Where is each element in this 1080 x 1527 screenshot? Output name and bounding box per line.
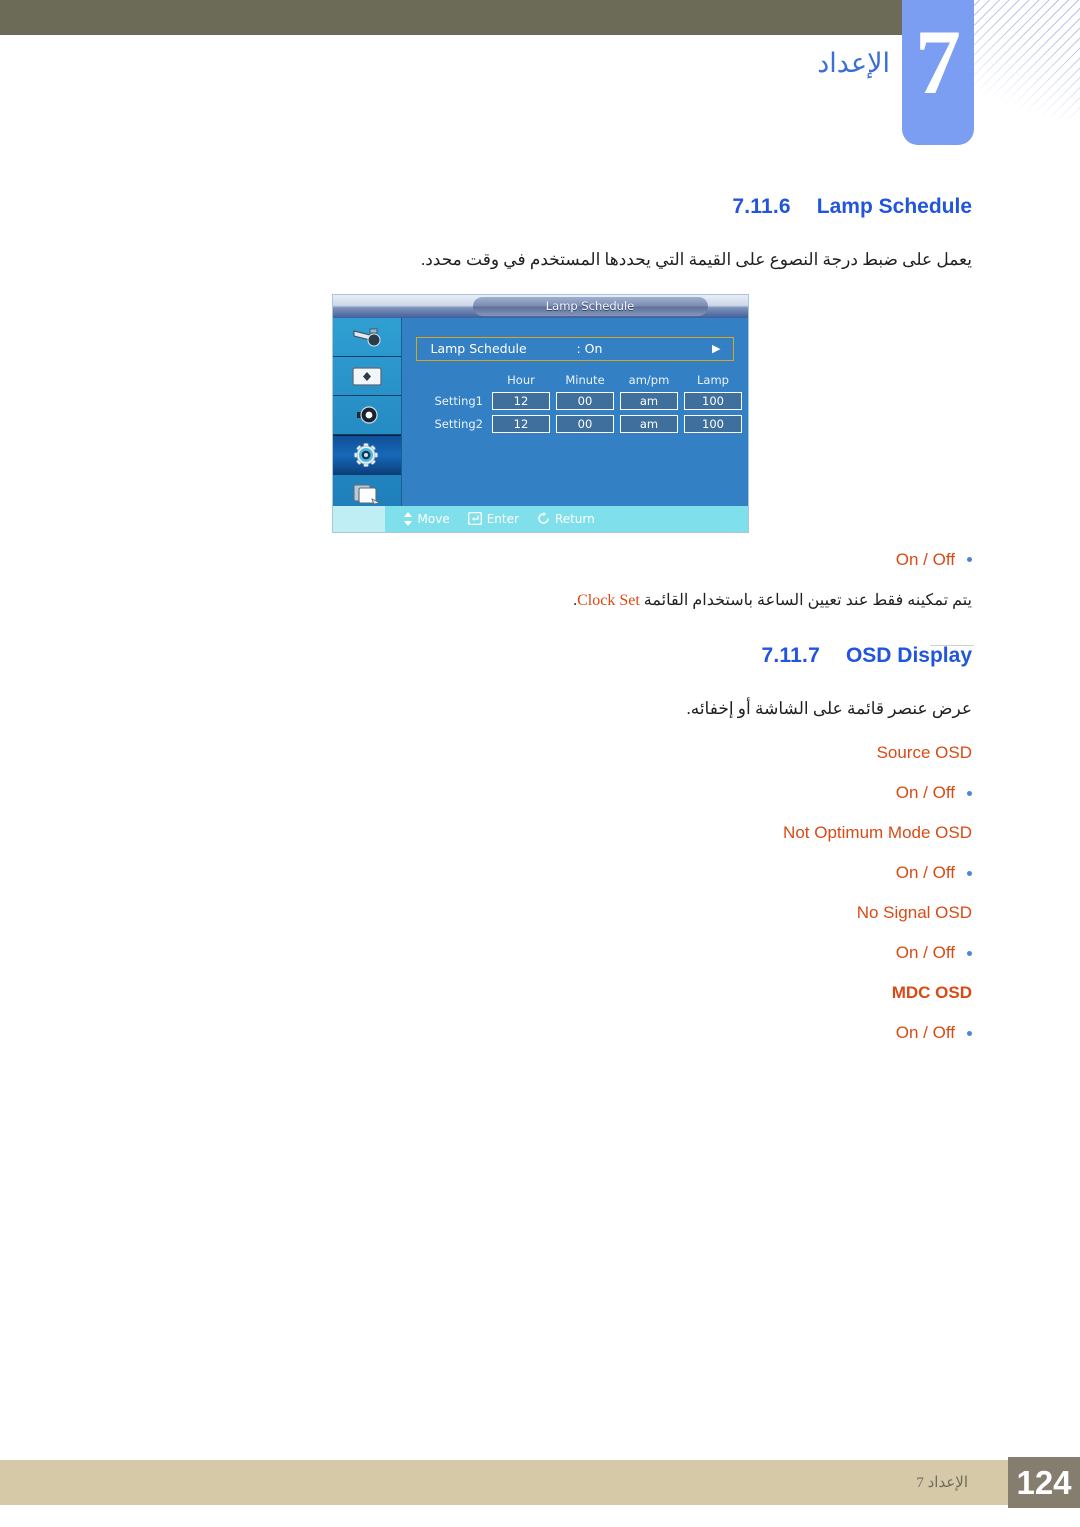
- cell-setting2-minute[interactable]: 00: [555, 414, 615, 434]
- table-header-lamp: Lamp: [697, 372, 729, 387]
- cell-setting2-lamp[interactable]: 100: [683, 414, 743, 434]
- osd-sidebar: [332, 317, 402, 514]
- sub-label-no-signal-osd: No Signal OSD: [856, 903, 972, 922]
- lamp-schedule-options: On / Off: [895, 549, 955, 569]
- no-signal-osd-options: On / Off: [895, 943, 955, 962]
- sidebar-item-input-source[interactable]: [332, 318, 401, 357]
- cell-setting1-minute[interactable]: 00: [555, 391, 615, 411]
- not-optimum-mode-osd-options-line: On / Off: [108, 863, 972, 883]
- row-label-setting2: Setting2: [434, 416, 484, 431]
- footer-bar: الإعداد 7 124: [0, 1457, 1080, 1508]
- no-signal-osd-options-line: On / Off: [108, 943, 972, 963]
- sub-label-not-optimum-mode-osd: Not Optimum Mode OSD: [783, 823, 972, 842]
- table-header-minute: Minute: [565, 372, 605, 387]
- sidebar-item-picture-adjust[interactable]: [332, 357, 401, 396]
- table-row: Setting2 12 00 am 100: [434, 414, 744, 434]
- osd-menu-screenshot: Lamp Schedule Lamp Schedule: On ▶ Hour …: [332, 294, 748, 532]
- bullet-icon: [967, 1030, 972, 1036]
- cell-setting1-ampm[interactable]: am: [619, 391, 679, 411]
- clock-set-note-text: يتم تمكينه فقط عند تعيين الساعة باستخدام…: [639, 591, 972, 609]
- chapter-number-tab: 7: [902, 0, 974, 145]
- cell-setting1-lamp[interactable]: 100: [683, 391, 743, 411]
- osd-nav-bar: Move Enter Return: [332, 505, 748, 532]
- osd-schedule-table: Hour Minute am/pm Lamp Setting1 12 00 am: [430, 370, 748, 437]
- cell-setting2-ampm[interactable]: am: [619, 414, 679, 434]
- chevron-right-icon: ▶: [712, 342, 721, 355]
- table-header-ampm: am/pm: [628, 372, 670, 387]
- section-heading-lamp-schedule: Lamp Schedule 7.11.6: [108, 195, 972, 219]
- section-number: 7.11.6: [732, 195, 791, 218]
- osd-nav-return-label: Return: [554, 511, 595, 526]
- input-source-icon: [350, 325, 384, 349]
- osd-nav-enter[interactable]: Enter: [467, 511, 519, 526]
- page-content: Lamp Schedule 7.11.6 يعمل على ضبط درجة ا…: [108, 195, 972, 1063]
- not-optimum-mode-osd-options: On / Off: [895, 863, 955, 882]
- setup-gear-icon: [350, 442, 384, 468]
- osd-title: Lamp Schedule: [472, 296, 708, 316]
- multi-control-icon: [350, 482, 384, 506]
- source-osd-options: On / Off: [895, 783, 955, 802]
- bullet-icon: [967, 870, 972, 876]
- updown-arrow-icon: [403, 511, 413, 526]
- lamp-schedule-options-line: On / Off: [108, 550, 972, 570]
- osd-row-label: Lamp Schedule: [430, 341, 527, 356]
- bullet-icon: [967, 790, 972, 796]
- bullet-icon: [967, 950, 972, 956]
- osd-nav-move-label: Move: [417, 511, 450, 526]
- faint-divider: [930, 645, 974, 646]
- table-row: Setting1 12 00 am 100: [434, 391, 744, 411]
- section-label: Lamp Schedule: [816, 195, 972, 218]
- header-hatch-pattern: [974, 0, 1080, 118]
- table-header-hour: Hour: [507, 372, 535, 387]
- osd-row-lamp-schedule[interactable]: Lamp Schedule : On ▶: [415, 336, 734, 361]
- lamp-schedule-description: يعمل على ضبط درجة النصوع على القيمة التي…: [420, 250, 972, 269]
- cell-setting2-hour[interactable]: 12: [491, 414, 551, 434]
- enter-key-icon: [467, 512, 482, 525]
- osd-nav-notch: [332, 505, 385, 532]
- table-header-blank: [434, 373, 488, 388]
- sound-speaker-icon: [350, 403, 384, 427]
- row-label-setting1: Setting1: [434, 393, 484, 408]
- chapter-title: الإعداد: [817, 48, 890, 78]
- footer-page-number: 124: [1008, 1457, 1080, 1508]
- osd-nav-enter-label: Enter: [486, 511, 519, 526]
- sidebar-item-sound[interactable]: [332, 396, 401, 435]
- section-label: OSD Display: [845, 643, 972, 667]
- picture-adjust-icon: [350, 364, 384, 388]
- table-header-row: Hour Minute am/pm Lamp: [434, 373, 744, 388]
- osd-body: Lamp Schedule : On ▶ Hour Minute am/pm L…: [402, 318, 748, 506]
- osd-nav-move[interactable]: Move: [403, 511, 450, 526]
- cell-setting1-hour[interactable]: 12: [491, 391, 551, 411]
- section-number: 7.11.7: [761, 643, 820, 667]
- osd-display-description: عرض عنصر قائمة على الشاشة أو إخفائه.: [686, 698, 972, 718]
- mdc-osd-options-line: On / Off: [108, 1023, 972, 1043]
- sidebar-item-setup[interactable]: [332, 434, 401, 475]
- sub-label-source-osd: Source OSD: [876, 743, 972, 762]
- clock-set-note: يتم تمكينه فقط عند تعيين الساعة باستخدام…: [108, 590, 972, 610]
- source-osd-options-line: On / Off: [108, 783, 972, 803]
- footer-chapter-text: الإعداد 7: [916, 1475, 968, 1491]
- section-heading-osd-display: OSD Display 7.11.7: [108, 644, 972, 668]
- return-arrow-icon: [537, 512, 550, 525]
- clock-set-token: Clock Set: [577, 591, 640, 609]
- osd-row-value: : On: [576, 341, 603, 356]
- bullet-icon: [967, 557, 972, 562]
- osd-nav-return[interactable]: Return: [537, 512, 595, 526]
- osd-screenshot-wrapper: Lamp Schedule Lamp Schedule: On ▶ Hour …: [108, 294, 972, 532]
- sub-label-mdc-osd: MDC OSD: [891, 983, 972, 1002]
- mdc-osd-options: On / Off: [895, 1023, 955, 1042]
- top-header-bar: [0, 0, 902, 35]
